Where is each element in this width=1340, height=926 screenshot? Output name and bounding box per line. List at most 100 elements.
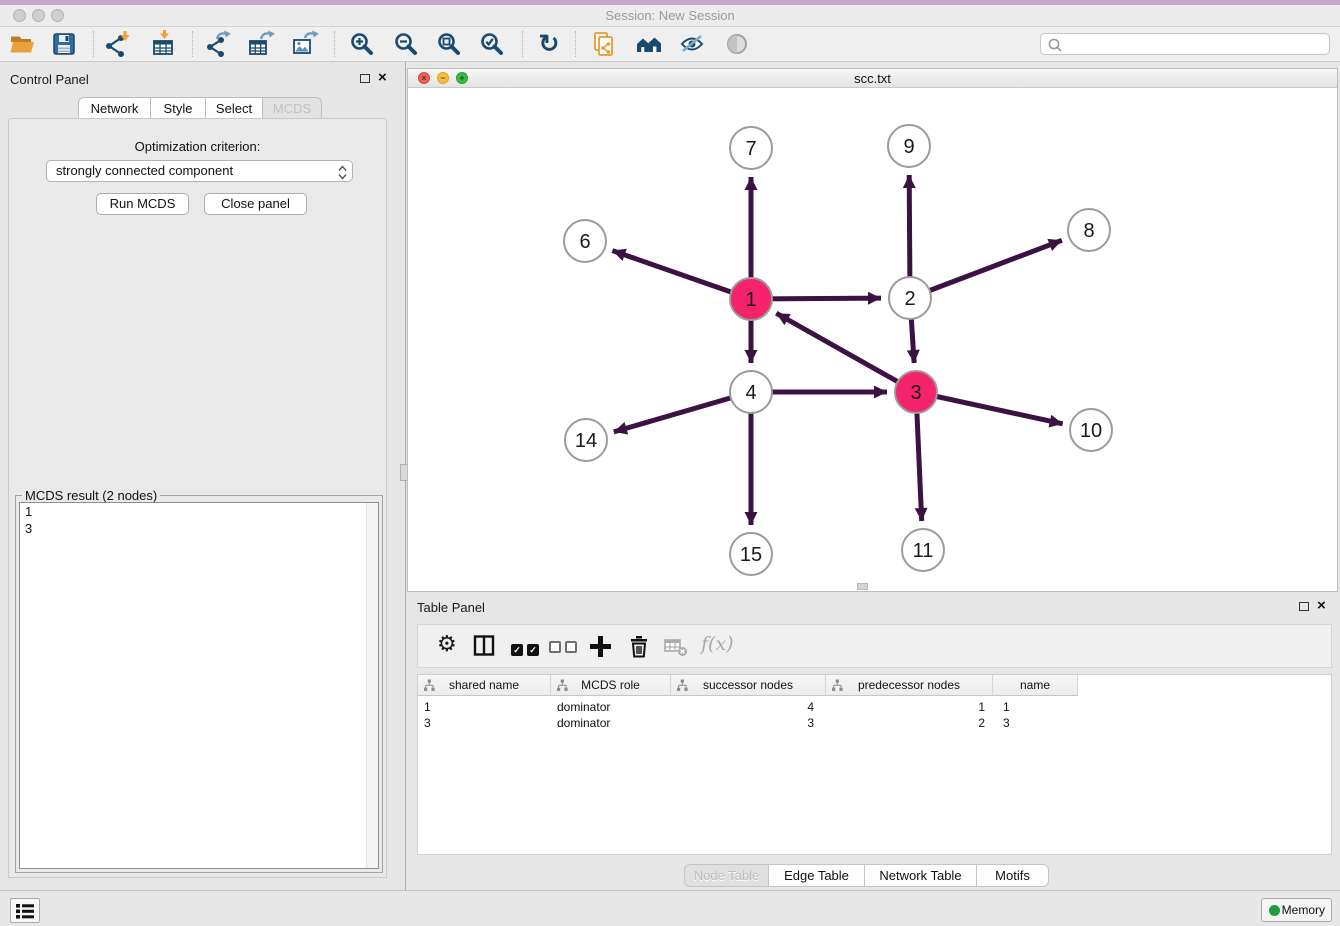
open-session-icon[interactable] bbox=[8, 30, 36, 58]
control-panel-title: Control Panel bbox=[10, 72, 89, 87]
table-panel-close-icon[interactable]: × bbox=[1317, 599, 1326, 613]
export-network-icon[interactable] bbox=[204, 30, 232, 58]
control-panel-float-icon[interactable] bbox=[360, 74, 370, 83]
import-network-icon[interactable] bbox=[103, 30, 131, 58]
refresh-icon[interactable]: ↻ bbox=[535, 30, 563, 58]
memory-label: Memory bbox=[1282, 903, 1325, 917]
result-scrollbar[interactable] bbox=[366, 503, 378, 868]
graph-node-label-8: 8 bbox=[1083, 220, 1094, 242]
toolbar-separator bbox=[192, 31, 193, 57]
list-icon bbox=[15, 902, 35, 920]
unselect-all-columns-icon[interactable] bbox=[549, 640, 581, 658]
network-from-file-icon[interactable] bbox=[590, 30, 618, 58]
toolbar-separator bbox=[575, 31, 576, 57]
table-settings-gear-icon[interactable]: ⚙ bbox=[437, 632, 457, 656]
column-header-mcds-role[interactable]: MCDS role bbox=[551, 675, 671, 696]
tab-motifs[interactable]: Motifs bbox=[976, 864, 1049, 887]
cell-mcds-role[interactable]: dominator bbox=[551, 715, 671, 731]
memory-button[interactable]: Memory bbox=[1261, 898, 1332, 922]
graph-node-label-3: 3 bbox=[910, 382, 921, 404]
graph-node-label-14: 14 bbox=[575, 430, 597, 452]
main-toolbar: ↻ bbox=[0, 27, 1340, 62]
status-bar: Memory bbox=[0, 890, 1340, 926]
zoom-fit-icon[interactable] bbox=[435, 30, 463, 58]
show-columns-icon[interactable] bbox=[473, 635, 495, 662]
add-column-icon[interactable] bbox=[589, 635, 612, 663]
column-header-predecessor-nodes[interactable]: predecessor nodes bbox=[826, 675, 993, 696]
search-field[interactable] bbox=[1040, 33, 1330, 55]
graph-node-label-2: 2 bbox=[904, 288, 915, 310]
graph-node-label-7: 7 bbox=[745, 138, 756, 160]
tab-network[interactable]: Network bbox=[78, 97, 151, 119]
graph-node-label-9: 9 bbox=[903, 136, 914, 158]
column-header-name[interactable]: name bbox=[993, 675, 1078, 696]
function-builder-icon: f(x) bbox=[701, 633, 734, 655]
import-table-icon[interactable] bbox=[151, 30, 179, 58]
column-type-icon bbox=[676, 679, 689, 692]
export-table-icon[interactable] bbox=[247, 30, 275, 58]
column-header-successor-nodes[interactable]: successor nodes bbox=[671, 675, 826, 696]
delete-column-trash-icon[interactable] bbox=[628, 635, 650, 663]
task-history-button[interactable] bbox=[10, 898, 40, 923]
graph-edge-1-6[interactable] bbox=[612, 251, 751, 299]
tab-network-table[interactable]: Network Table bbox=[864, 864, 977, 887]
graph-edge-2-8[interactable] bbox=[910, 240, 1062, 298]
network-graph: 7968124314101511 bbox=[408, 88, 1337, 591]
export-image-icon[interactable] bbox=[291, 30, 319, 58]
network-view-window: × − + scc.txt 7968124314101511 bbox=[407, 68, 1338, 592]
graph-edge-3-10[interactable] bbox=[916, 392, 1063, 424]
control-panel-close-icon[interactable]: × bbox=[378, 71, 387, 85]
mcds-result-line: 3 bbox=[20, 520, 378, 537]
graph-node-label-6: 6 bbox=[579, 231, 590, 253]
network-window-resize-handle[interactable] bbox=[857, 583, 868, 590]
cell-successor-nodes[interactable]: 4 bbox=[671, 699, 826, 715]
toolbar-separator bbox=[93, 31, 94, 57]
table-toolbar: ⚙ ✓✓ f(x) bbox=[417, 624, 1332, 668]
tab-node-table[interactable]: Node Table bbox=[684, 864, 769, 887]
mcds-result-textarea[interactable]: 1 3 bbox=[19, 502, 379, 869]
save-session-icon[interactable] bbox=[50, 30, 78, 58]
toolbar-separator bbox=[522, 31, 523, 57]
zoom-out-icon[interactable] bbox=[392, 30, 420, 58]
show-graphics-details-icon[interactable] bbox=[678, 30, 706, 58]
home-icon[interactable] bbox=[635, 30, 663, 58]
cell-shared-name[interactable]: 1 bbox=[418, 699, 551, 715]
run-mcds-button[interactable]: Run MCDS bbox=[96, 193, 189, 215]
cell-name[interactable]: 1 bbox=[993, 699, 1078, 715]
graph-node-label-11: 11 bbox=[913, 540, 934, 562]
criterion-select[interactable]: strongly connected component bbox=[46, 160, 353, 182]
tab-select[interactable]: Select bbox=[205, 97, 263, 119]
network-window-titlebar[interactable]: × − + scc.txt bbox=[408, 69, 1337, 88]
search-input[interactable] bbox=[1065, 35, 1325, 53]
cell-name[interactable]: 3 bbox=[993, 715, 1078, 731]
inactive-indicator-icon bbox=[723, 30, 751, 58]
criterion-selected-value: strongly connected component bbox=[56, 163, 233, 178]
cell-predecessor-nodes[interactable]: 1 bbox=[826, 699, 993, 715]
network-window-title: scc.txt bbox=[408, 71, 1337, 86]
cell-predecessor-nodes[interactable]: 2 bbox=[826, 715, 993, 731]
cell-successor-nodes[interactable]: 3 bbox=[671, 715, 826, 731]
cell-mcds-role[interactable]: dominator bbox=[551, 699, 671, 715]
zoom-selected-icon[interactable] bbox=[478, 30, 506, 58]
column-type-icon bbox=[423, 679, 436, 692]
zoom-in-icon[interactable] bbox=[348, 30, 376, 58]
table-panel-float-icon[interactable] bbox=[1299, 602, 1309, 611]
tab-style[interactable]: Style bbox=[150, 97, 206, 119]
column-header-shared-name[interactable]: shared name bbox=[418, 675, 551, 696]
select-stepper-icon bbox=[338, 165, 347, 180]
graph-node-label-10: 10 bbox=[1080, 420, 1102, 442]
node-table: shared name MCDS role successor nodes pr… bbox=[417, 674, 1332, 855]
graph-node-label-1: 1 bbox=[745, 289, 756, 311]
control-panel: Control Panel × Network Style Select MCD… bbox=[0, 62, 396, 890]
tab-edge-table[interactable]: Edge Table bbox=[768, 864, 865, 887]
table-panel: Table Panel × ⚙ ✓✓ f(x) bbox=[406, 592, 1340, 890]
close-panel-button[interactable]: Close panel bbox=[204, 193, 307, 215]
delete-table-icon bbox=[664, 638, 688, 663]
title-bar: Session: New Session bbox=[0, 0, 1340, 27]
tab-mcds[interactable]: MCDS bbox=[262, 97, 322, 119]
cell-shared-name[interactable]: 3 bbox=[418, 715, 551, 731]
select-all-columns-icon[interactable]: ✓✓ bbox=[511, 640, 543, 658]
network-canvas[interactable]: 7968124314101511 bbox=[408, 88, 1337, 591]
memory-status-icon bbox=[1269, 905, 1280, 916]
graph-edge-3-1[interactable] bbox=[776, 313, 916, 392]
